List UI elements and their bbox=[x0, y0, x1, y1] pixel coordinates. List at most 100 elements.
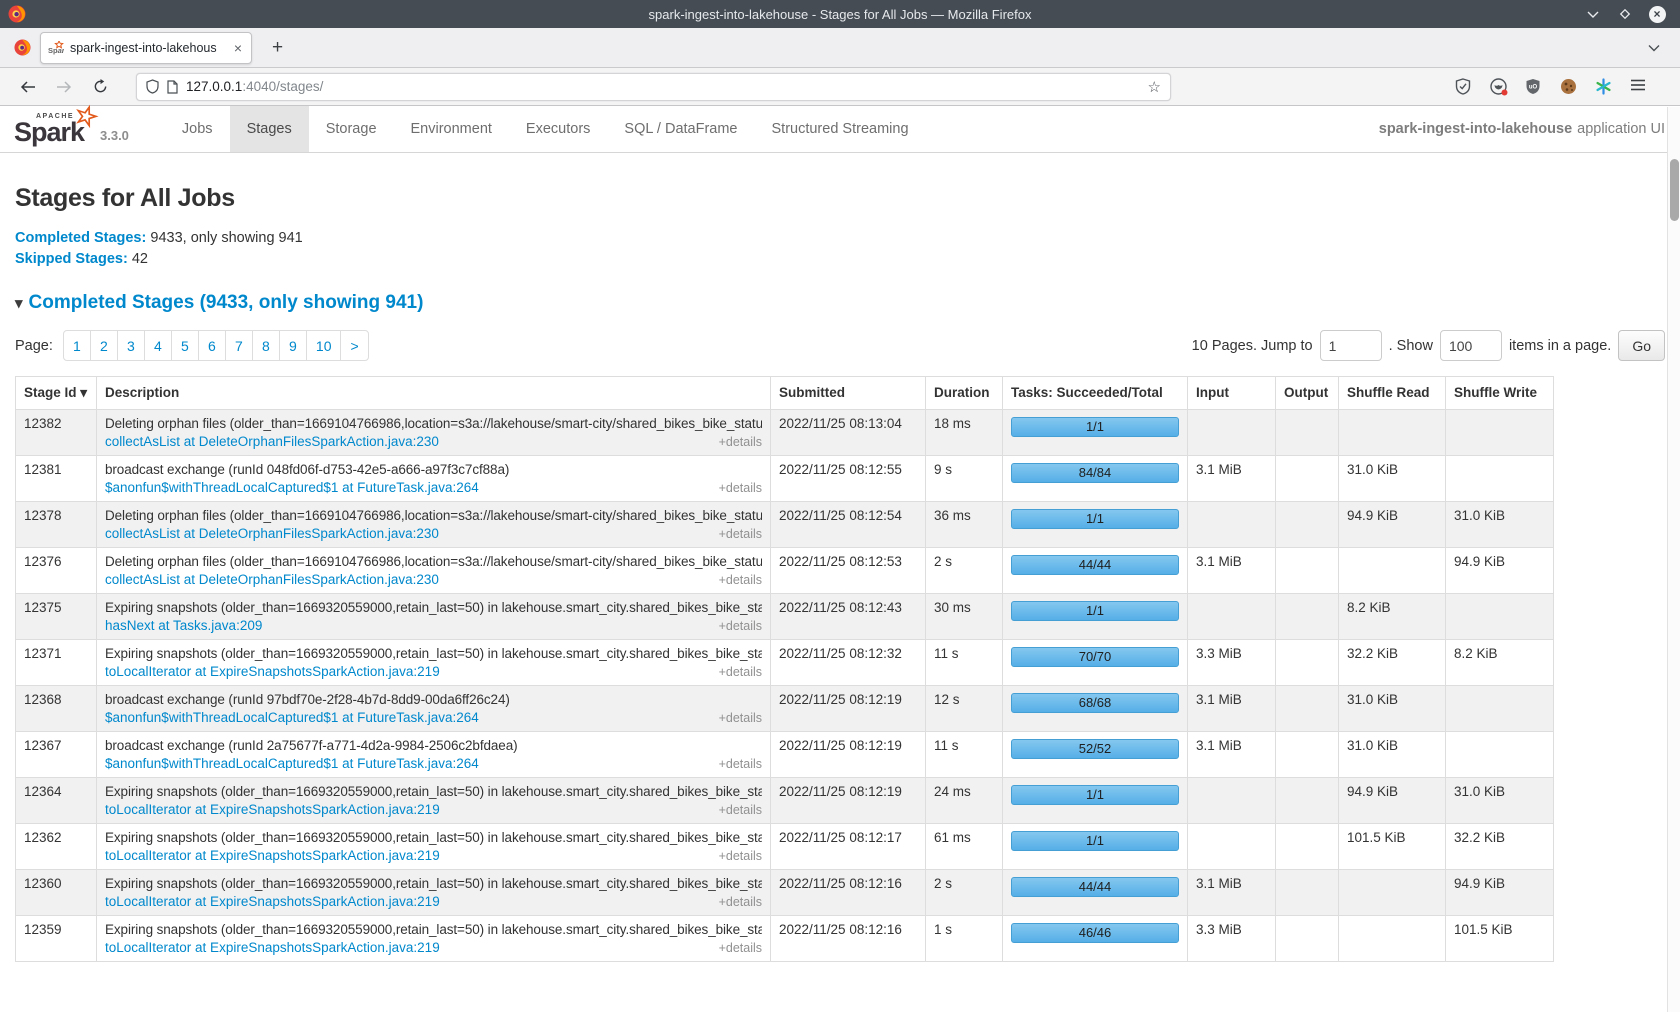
spark-logo[interactable]: APACHE Spark ☆ 3.3.0 bbox=[0, 106, 143, 152]
page-button-4[interactable]: 4 bbox=[144, 330, 172, 361]
new-tab-button[interactable]: + bbox=[268, 37, 287, 59]
colorful-asterisk-extension-icon[interactable] bbox=[1595, 78, 1613, 96]
nav-tab-sql-dataframe[interactable]: SQL / DataFrame bbox=[607, 106, 754, 152]
application-ui-label: spark-ingest-into-lakehouse application … bbox=[1379, 106, 1680, 152]
completed-stages-section-header[interactable]: ▾Completed Stages (9433, only showing 94… bbox=[15, 292, 1665, 314]
stage-detail-link[interactable]: toLocalIterator at ExpireSnapshotsSparkA… bbox=[105, 894, 440, 909]
next-page-button[interactable]: > bbox=[340, 330, 368, 361]
jump-to-page-input[interactable] bbox=[1320, 330, 1382, 361]
nav-tab-environment[interactable]: Environment bbox=[394, 106, 509, 152]
header-shuffle-write[interactable]: Shuffle Write bbox=[1446, 377, 1554, 410]
nav-tab-stages[interactable]: Stages bbox=[230, 106, 309, 152]
nav-tab-structured-streaming[interactable]: Structured Streaming bbox=[755, 106, 926, 152]
submitted-cell: 2022/11/25 08:12:53 bbox=[771, 548, 926, 594]
window-maximize-button[interactable] bbox=[1616, 5, 1634, 23]
window-close-button[interactable]: × bbox=[1648, 5, 1666, 23]
description-cell: Expiring snapshots (older_than=166932055… bbox=[97, 778, 771, 824]
window-minimize-button[interactable] bbox=[1584, 5, 1602, 23]
header-submitted[interactable]: Submitted bbox=[771, 377, 926, 410]
page-button-6[interactable]: 6 bbox=[198, 330, 226, 361]
details-toggle[interactable]: +details bbox=[719, 481, 762, 495]
page-button-10[interactable]: 10 bbox=[306, 330, 342, 361]
stage-id-cell: 12376 bbox=[16, 548, 97, 594]
url-text[interactable]: 127.0.0.1:4040/stages/ bbox=[186, 79, 323, 94]
ublock-shield-extension-icon[interactable]: uO bbox=[1525, 78, 1543, 96]
details-toggle[interactable]: +details bbox=[719, 665, 762, 679]
details-toggle[interactable]: +details bbox=[719, 849, 762, 863]
back-button[interactable] bbox=[14, 73, 42, 101]
details-toggle[interactable]: +details bbox=[719, 711, 762, 725]
details-toggle[interactable]: +details bbox=[719, 435, 762, 449]
stage-detail-link[interactable]: $anonfun$withThreadLocalCaptured$1 at Fu… bbox=[105, 480, 479, 495]
header-output[interactable]: Output bbox=[1276, 377, 1339, 410]
details-toggle[interactable]: +details bbox=[719, 941, 762, 955]
page-button-3[interactable]: 3 bbox=[117, 330, 145, 361]
details-toggle[interactable]: +details bbox=[719, 619, 762, 633]
mask-extension-icon[interactable] bbox=[1490, 78, 1508, 96]
forward-button[interactable] bbox=[50, 73, 78, 101]
header-stage-id[interactable]: Stage Id ▾ bbox=[16, 377, 97, 410]
submitted-cell: 2022/11/25 08:12:17 bbox=[771, 824, 926, 870]
page-button-7[interactable]: 7 bbox=[225, 330, 253, 361]
details-toggle[interactable]: +details bbox=[719, 573, 762, 587]
details-toggle[interactable]: +details bbox=[719, 527, 762, 541]
tasks-progress-bar: 1/1 bbox=[1011, 509, 1179, 529]
shuffle-write-cell bbox=[1446, 410, 1554, 456]
stage-detail-link[interactable]: toLocalIterator at ExpireSnapshotsSparkA… bbox=[105, 802, 440, 817]
page-info-icon[interactable] bbox=[167, 80, 178, 94]
items-per-page-input[interactable] bbox=[1440, 330, 1502, 361]
details-toggle[interactable]: +details bbox=[719, 895, 762, 909]
header-tasks[interactable]: Tasks: Succeeded/Total bbox=[1003, 377, 1188, 410]
tasks-progress-bar: 1/1 bbox=[1011, 831, 1179, 851]
tracking-protection-shield-icon[interactable] bbox=[146, 79, 159, 94]
url-bar[interactable]: 127.0.0.1:4040/stages/ ☆ bbox=[136, 73, 1171, 101]
header-description[interactable]: Description bbox=[97, 377, 771, 410]
cookie-extension-icon[interactable] bbox=[1560, 78, 1578, 96]
stage-detail-link[interactable]: $anonfun$withThreadLocalCaptured$1 at Fu… bbox=[105, 756, 479, 771]
bookmark-star-icon[interactable]: ☆ bbox=[1148, 78, 1161, 96]
nav-tab-jobs[interactable]: Jobs bbox=[165, 106, 230, 152]
reload-button[interactable] bbox=[86, 73, 114, 101]
shuffle-read-cell bbox=[1339, 870, 1446, 916]
stage-detail-link[interactable]: collectAsList at DeleteOrphanFilesSparkA… bbox=[105, 434, 439, 449]
page-button-1[interactable]: 1 bbox=[63, 330, 91, 361]
header-shuffle-read[interactable]: Shuffle Read bbox=[1339, 377, 1446, 410]
stage-detail-link[interactable]: toLocalIterator at ExpireSnapshotsSparkA… bbox=[105, 848, 440, 863]
description-cell: Expiring snapshots (older_than=166932055… bbox=[97, 870, 771, 916]
tasks-cell: 44/44 bbox=[1003, 870, 1188, 916]
stage-detail-link[interactable]: $anonfun$withThreadLocalCaptured$1 at Fu… bbox=[105, 710, 479, 725]
page-button-8[interactable]: 8 bbox=[252, 330, 280, 361]
nav-tab-executors[interactable]: Executors bbox=[509, 106, 607, 152]
stage-detail-link[interactable]: toLocalIterator at ExpireSnapshotsSparkA… bbox=[105, 664, 440, 679]
window-titlebar: spark-ingest-into-lakehouse - Stages for… bbox=[0, 0, 1680, 28]
stage-detail-link[interactable]: collectAsList at DeleteOrphanFilesSparkA… bbox=[105, 572, 439, 587]
page-button-9[interactable]: 9 bbox=[279, 330, 307, 361]
tab-close-icon[interactable]: × bbox=[232, 40, 244, 56]
details-toggle[interactable]: +details bbox=[719, 757, 762, 771]
vertical-scrollbar[interactable] bbox=[1667, 107, 1680, 1012]
go-button[interactable]: Go bbox=[1618, 330, 1665, 361]
tab-list-chevron-icon[interactable] bbox=[1648, 44, 1660, 52]
page-button-2[interactable]: 2 bbox=[90, 330, 118, 361]
header-input[interactable]: Input bbox=[1188, 377, 1276, 410]
stage-detail-link[interactable]: hasNext at Tasks.java:209 bbox=[105, 618, 262, 633]
scrollbar-thumb[interactable] bbox=[1670, 159, 1679, 221]
tasks-cell: 1/1 bbox=[1003, 824, 1188, 870]
header-duration[interactable]: Duration bbox=[926, 377, 1003, 410]
output-cell bbox=[1276, 732, 1339, 778]
browser-tab[interactable]: Spark spark-ingest-into-lakehous × bbox=[40, 32, 252, 64]
description-cell: Deleting orphan files (older_than=166910… bbox=[97, 410, 771, 456]
page-button-5[interactable]: 5 bbox=[171, 330, 199, 361]
tasks-progress-bar: 44/44 bbox=[1011, 877, 1179, 897]
nav-tab-storage[interactable]: Storage bbox=[309, 106, 394, 152]
menu-icon[interactable] bbox=[1630, 78, 1648, 96]
stage-detail-link[interactable]: toLocalIterator at ExpireSnapshotsSparkA… bbox=[105, 940, 440, 955]
collapse-arrow-icon: ▾ bbox=[15, 295, 23, 312]
duration-cell: 2 s bbox=[926, 548, 1003, 594]
stage-detail-link[interactable]: collectAsList at DeleteOrphanFilesSparkA… bbox=[105, 526, 439, 541]
shield-check-extension-icon[interactable] bbox=[1455, 78, 1473, 96]
output-cell bbox=[1276, 594, 1339, 640]
details-toggle[interactable]: +details bbox=[719, 803, 762, 817]
tab-strip: Spark spark-ingest-into-lakehous × + bbox=[0, 28, 1680, 68]
stage-id-cell: 12381 bbox=[16, 456, 97, 502]
